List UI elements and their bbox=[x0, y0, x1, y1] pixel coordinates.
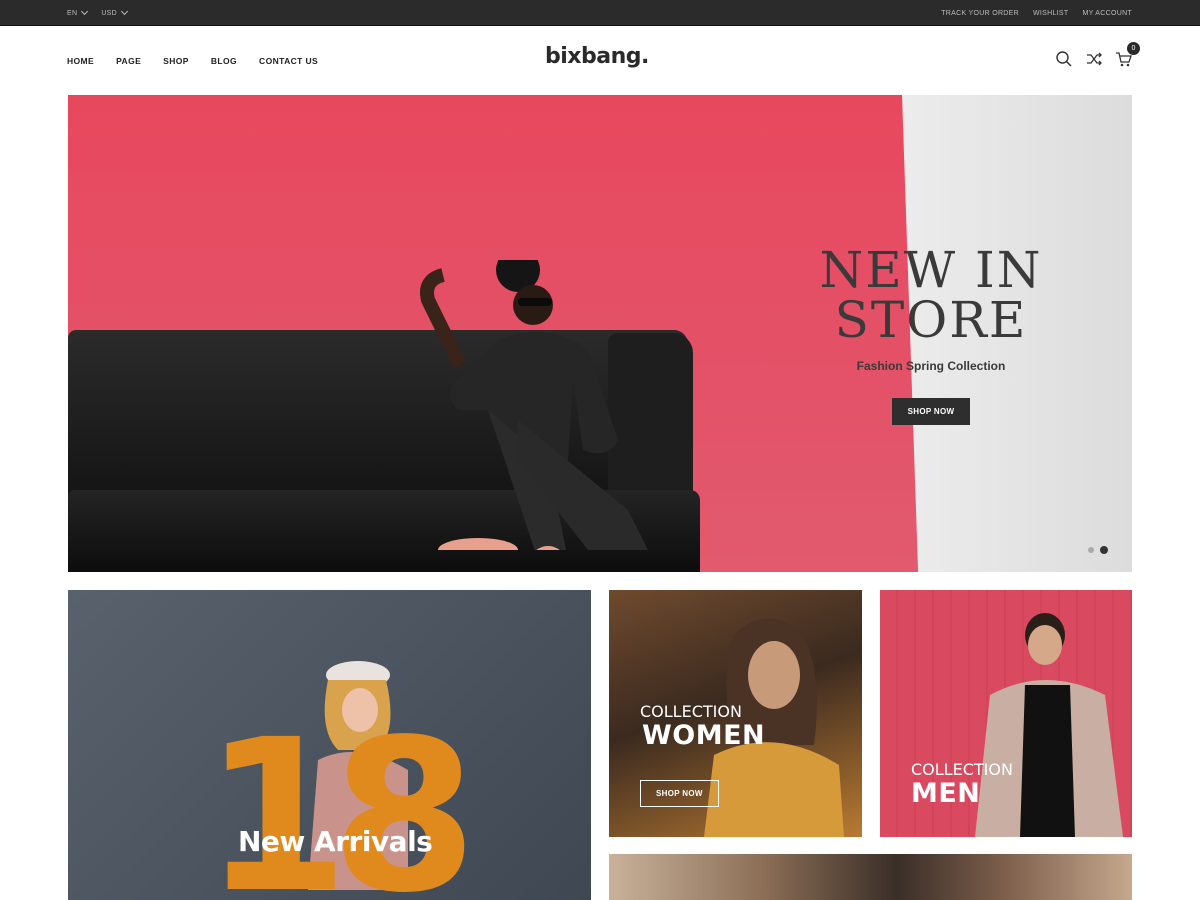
language-label: EN bbox=[67, 9, 78, 17]
nav-page[interactable]: PAGE bbox=[116, 56, 141, 66]
women-collection-small: COLLECTION bbox=[640, 702, 742, 721]
women-collection-title: WOMEN bbox=[642, 720, 766, 751]
slider-dot-1[interactable] bbox=[1088, 547, 1094, 553]
currency-selector[interactable]: USD bbox=[101, 7, 129, 17]
men-collection-title: MEN bbox=[911, 778, 981, 809]
wishlist-link[interactable]: WISHLIST bbox=[1033, 10, 1068, 17]
nav-shop[interactable]: SHOP bbox=[163, 56, 189, 66]
women-collection-banner[interactable]: COLLECTION WOMEN SHOP NOW bbox=[609, 590, 862, 837]
track-order-link[interactable]: TRACK YOUR ORDER bbox=[941, 10, 1019, 17]
slider-dots bbox=[1088, 546, 1108, 554]
hero-text: NEW IN STORE Fashion Spring Collection S… bbox=[816, 245, 1046, 425]
hero-slider: NEW IN STORE Fashion Spring Collection S… bbox=[68, 95, 1132, 572]
men-collection-small: COLLECTION bbox=[911, 760, 1013, 779]
shuffle-icon[interactable] bbox=[1085, 50, 1103, 68]
men-collection-banner[interactable]: COLLECTION MEN bbox=[880, 590, 1132, 837]
nav-blog[interactable]: BLOG bbox=[211, 56, 237, 66]
header-icons: 0 bbox=[1055, 42, 1140, 68]
nav-home[interactable]: HOME bbox=[67, 56, 94, 66]
main-nav: HOME PAGE SHOP BLOG CONTACT US bbox=[67, 56, 318, 66]
new-arrivals-banner[interactable]: 18 New Arrivals bbox=[68, 590, 591, 900]
nav-contact[interactable]: CONTACT US bbox=[259, 56, 318, 66]
women-shop-now-button[interactable]: SHOP NOW bbox=[640, 780, 719, 807]
site-logo[interactable]: bixbang. bbox=[545, 44, 649, 69]
hero-title-line2: STORE bbox=[834, 291, 1028, 349]
hero-model-image bbox=[420, 260, 648, 550]
arrivals-label: New Arrivals bbox=[238, 825, 433, 858]
slider-dot-2[interactable] bbox=[1100, 546, 1108, 554]
site-header: HOME PAGE SHOP BLOG CONTACT US bixbang. … bbox=[0, 26, 1200, 96]
hero-shop-now-button[interactable]: SHOP NOW bbox=[891, 398, 971, 425]
my-account-link[interactable]: MY ACCOUNT bbox=[1082, 10, 1132, 17]
chevron-down-icon bbox=[120, 7, 129, 16]
bottom-promo-banner[interactable] bbox=[609, 854, 1132, 900]
top-bar: EN USD TRACK YOUR ORDER WISHLIST MY ACCO… bbox=[0, 0, 1200, 26]
hero-subtitle: Fashion Spring Collection bbox=[856, 359, 1006, 373]
hero-title-line1: NEW IN bbox=[819, 241, 1043, 299]
arrivals-number: 18 bbox=[203, 694, 477, 900]
language-selector[interactable]: EN bbox=[67, 7, 89, 17]
men-model-image bbox=[975, 613, 1123, 837]
cart-count-badge: 0 bbox=[1127, 42, 1140, 55]
currency-label: USD bbox=[101, 9, 118, 17]
chevron-down-icon bbox=[81, 7, 89, 16]
cart-icon[interactable]: 0 bbox=[1115, 42, 1140, 68]
search-icon[interactable] bbox=[1055, 50, 1073, 68]
